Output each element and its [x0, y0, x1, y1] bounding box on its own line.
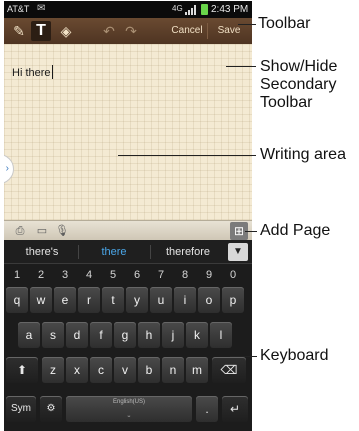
callout-line-add-page — [245, 231, 257, 232]
suggestion-item[interactable]: there's — [12, 240, 72, 264]
key-z[interactable]: z — [42, 357, 64, 383]
key-t[interactable]: t — [102, 287, 124, 313]
key-q[interactable]: q — [6, 287, 28, 313]
period-key[interactable]: . — [196, 396, 218, 422]
suggestion-divider — [150, 245, 151, 259]
key-x[interactable]: x — [66, 357, 88, 383]
signal-icon — [185, 5, 196, 15]
key-o[interactable]: o — [198, 287, 220, 313]
eraser-icon[interactable]: ◈ — [56, 21, 76, 41]
key-s[interactable]: s — [42, 322, 64, 348]
key-r[interactable]: r — [78, 287, 100, 313]
key-y[interactable]: y — [126, 287, 148, 313]
key-d[interactable]: d — [66, 322, 88, 348]
key-h[interactable]: h — [138, 322, 160, 348]
key-m[interactable]: m — [186, 357, 208, 383]
callout-line-show-hide — [226, 66, 256, 67]
settings-icon[interactable]: ⚙ — [40, 396, 62, 422]
redo-icon[interactable]: ↷ — [122, 21, 140, 41]
callout-writing-area: Writing area — [260, 146, 346, 163]
network-label: 4G — [172, 4, 183, 13]
key-f[interactable]: f — [90, 322, 112, 348]
key-3[interactable]: 3 — [54, 264, 76, 286]
key-i[interactable]: i — [174, 287, 196, 313]
key-5[interactable]: 5 — [102, 264, 124, 286]
key-2[interactable]: 2 — [30, 264, 52, 286]
phone-screen: AT&T ✉ 4G 2:43 PM ✎ T ◈ ↶ ↷ Cancel Save … — [4, 1, 252, 431]
key-7[interactable]: 7 — [150, 264, 172, 286]
callout-toolbar: Toolbar — [258, 15, 311, 32]
key-c[interactable]: c — [90, 357, 112, 383]
text-icon[interactable]: T — [31, 21, 51, 41]
key-n[interactable]: n — [162, 357, 184, 383]
battery-icon — [201, 4, 208, 15]
undo-icon[interactable]: ↶ — [100, 21, 118, 41]
key-4[interactable]: 4 — [78, 264, 100, 286]
key-k[interactable]: k — [186, 322, 208, 348]
key-w[interactable]: w — [30, 287, 52, 313]
suggestion-bar: there's there therefore ▼ — [4, 240, 252, 264]
insert-shape-icon[interactable]: ▭ — [34, 223, 50, 239]
secondary-toolbar: ⎙ ▭ 🎙 ⊞ — [4, 220, 252, 240]
callout-line-keyboard — [230, 356, 257, 357]
toolbar-toggle-icon[interactable]: › — [4, 154, 14, 184]
key-9[interactable]: 9 — [198, 264, 220, 286]
key-l[interactable]: l — [210, 322, 232, 348]
space-key-label: English(US) — [112, 399, 145, 405]
keyboard: 1 2 3 4 5 6 7 8 9 0 q w e r t y u i o p … — [4, 264, 252, 431]
enter-icon[interactable]: ↵ — [222, 396, 248, 422]
space-key[interactable]: English(US) ⎵ — [66, 396, 192, 422]
number-row: 1 2 3 4 5 6 7 8 9 0 — [4, 264, 252, 286]
chevron-down-icon[interactable]: ▼ — [228, 243, 248, 261]
toolbar: ✎ T ◈ ↶ ↷ Cancel Save — [4, 18, 252, 44]
cancel-button[interactable]: Cancel — [168, 21, 206, 41]
carrier-label: AT&T — [7, 4, 30, 14]
text-cursor — [52, 65, 53, 79]
shift-icon[interactable]: ⬆ — [6, 357, 38, 383]
status-bar: AT&T ✉ 4G 2:43 PM — [4, 1, 252, 18]
callout-add-page: Add Page — [260, 222, 331, 239]
insert-image-icon[interactable]: ⎙ — [12, 223, 28, 239]
delete-icon[interactable]: ⌫ — [212, 357, 246, 383]
key-b[interactable]: b — [138, 357, 160, 383]
callout-line-writing-area — [118, 155, 256, 156]
key-u[interactable]: u — [150, 287, 172, 313]
key-8[interactable]: 8 — [174, 264, 196, 286]
key-g[interactable]: g — [114, 322, 136, 348]
key-v[interactable]: v — [114, 357, 136, 383]
suggestion-divider — [78, 245, 79, 259]
key-a[interactable]: a — [18, 322, 40, 348]
pen-icon[interactable]: ✎ — [10, 21, 28, 41]
key-1[interactable]: 1 — [6, 264, 28, 286]
callout-keyboard: Keyboard — [260, 347, 329, 364]
key-0[interactable]: 0 — [222, 264, 244, 286]
callout-line-toolbar — [238, 24, 256, 25]
key-6[interactable]: 6 — [126, 264, 148, 286]
suggestion-item[interactable]: therefore — [154, 240, 222, 264]
sym-key[interactable]: Sym — [6, 396, 36, 422]
key-e[interactable]: e — [54, 287, 76, 313]
key-p[interactable]: p — [222, 287, 244, 313]
suggestion-item[interactable]: there — [84, 240, 144, 264]
space-icon: ⎵ — [127, 411, 131, 417]
key-j[interactable]: j — [162, 322, 184, 348]
writing-area[interactable]: Hi there › — [4, 44, 252, 220]
voice-icon[interactable]: 🎙 — [54, 223, 70, 239]
toolbar-divider — [207, 23, 208, 39]
note-text: Hi there — [12, 67, 51, 79]
clock: 2:43 PM — [211, 4, 249, 15]
mail-icon: ✉ — [37, 3, 46, 14]
callout-show-hide: Show/Hide Secondary Toolbar — [260, 58, 338, 111]
